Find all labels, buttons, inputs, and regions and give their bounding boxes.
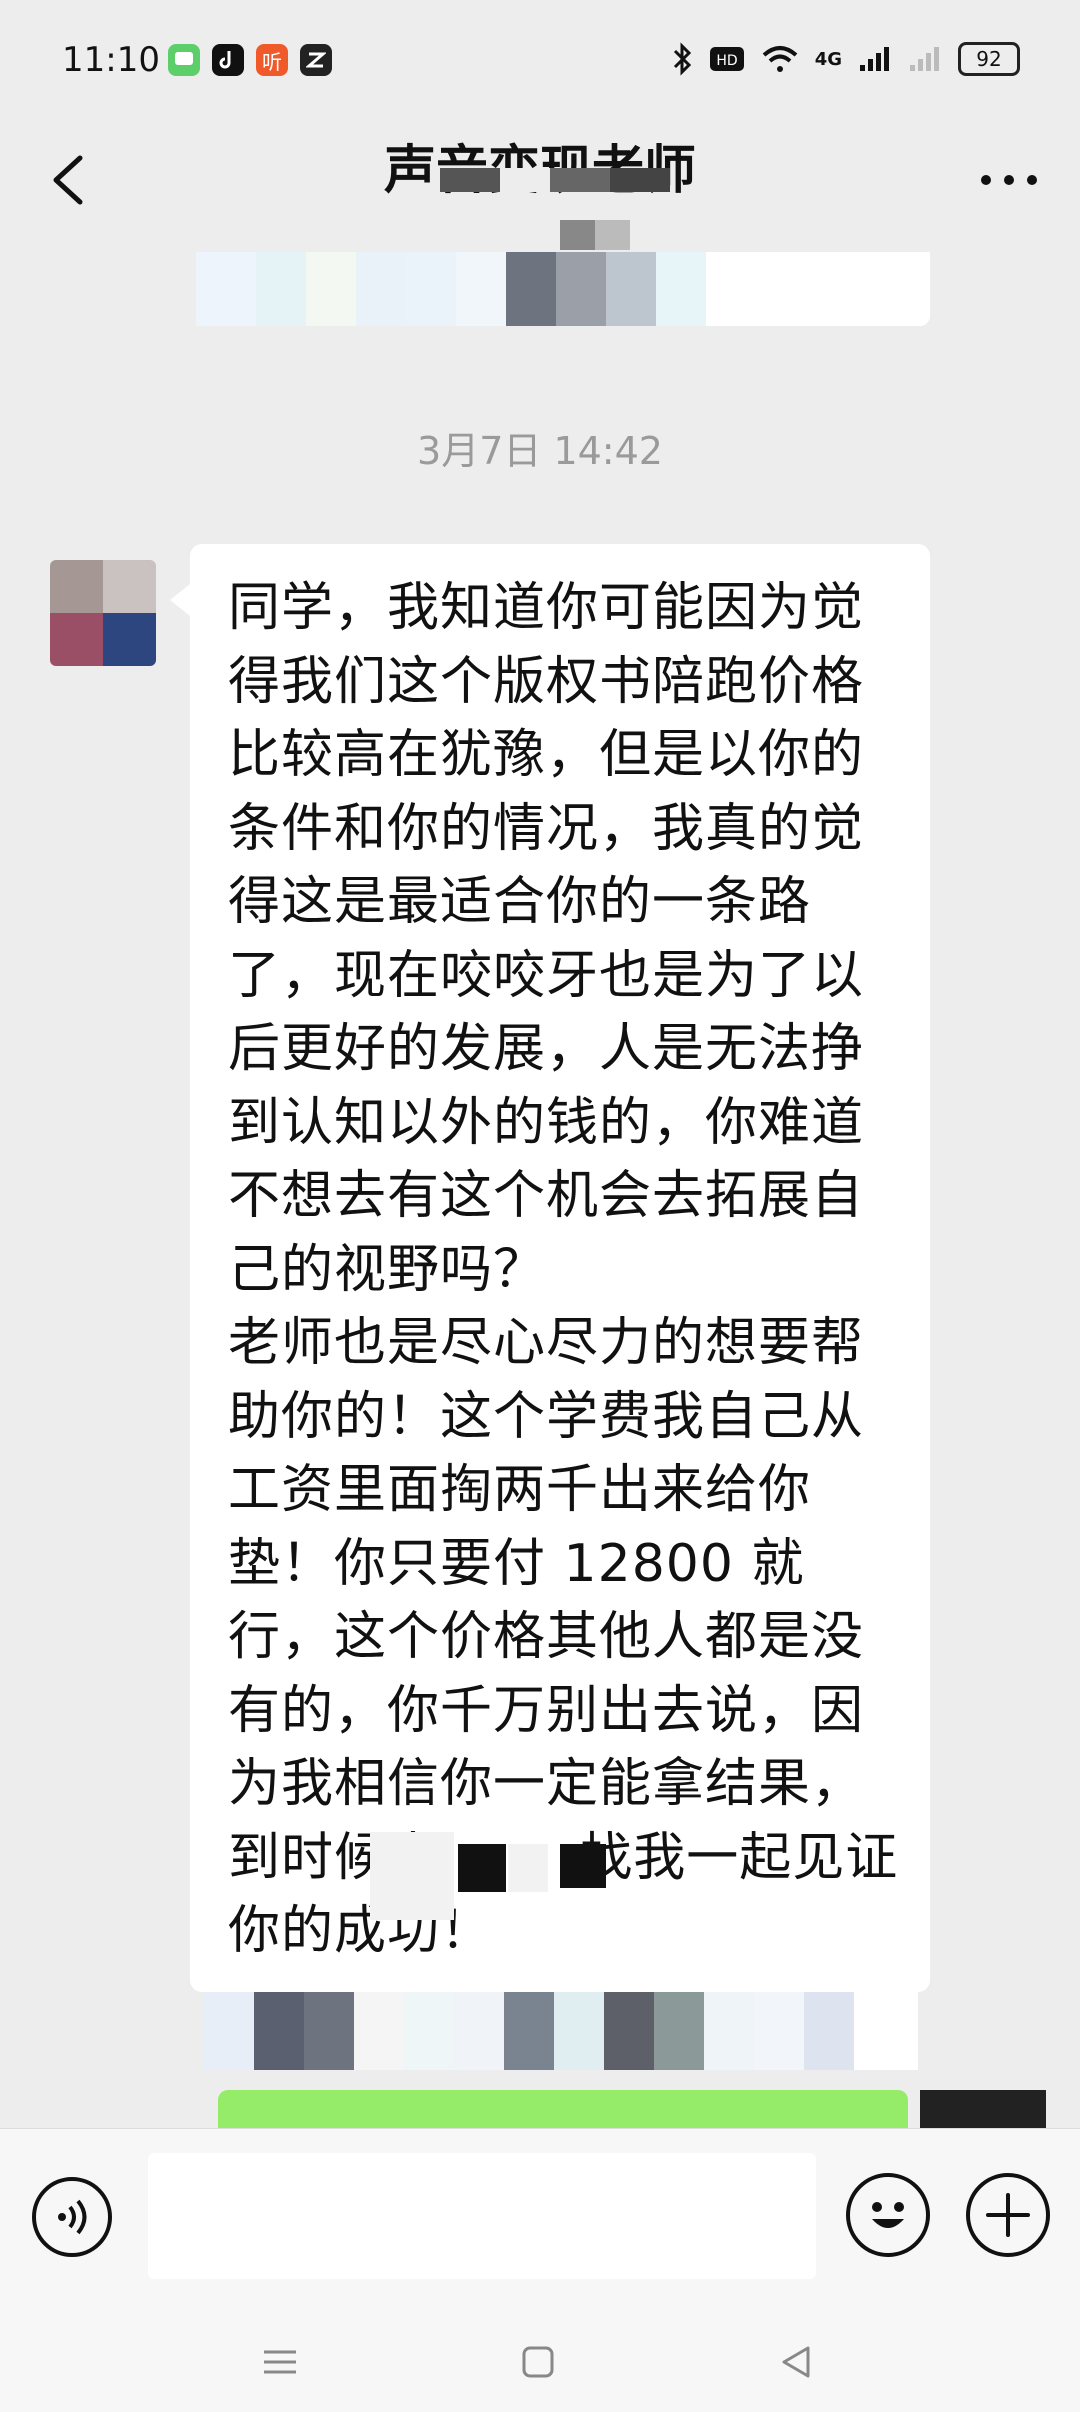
signal-icon-2 bbox=[910, 47, 939, 71]
bluetooth-icon bbox=[673, 42, 691, 76]
voice-input-button[interactable] bbox=[32, 2177, 112, 2257]
battery-icon: 92 bbox=[958, 42, 1020, 76]
redaction-block-2 bbox=[560, 1844, 606, 1888]
wifi-icon bbox=[762, 46, 798, 72]
navigation-bar bbox=[0, 2308, 1080, 2412]
input-bar bbox=[0, 2128, 1080, 2309]
tool-app-icon bbox=[300, 44, 332, 76]
hd-icon: HD bbox=[709, 47, 744, 71]
notification-icons: 听 bbox=[168, 44, 332, 76]
sender-avatar[interactable] bbox=[50, 560, 156, 666]
more-functions-button[interactable] bbox=[966, 2173, 1050, 2257]
network-type: 4G bbox=[814, 48, 842, 70]
menu-icon[interactable] bbox=[250, 2332, 310, 2392]
redaction-block bbox=[458, 1844, 506, 1892]
status-time: 11:10 bbox=[62, 40, 160, 80]
blurred-subtitle bbox=[440, 168, 670, 192]
status-indicators: HD 4G 92 bbox=[671, 42, 1020, 76]
back-nav-icon[interactable] bbox=[766, 2332, 826, 2392]
emoji-button[interactable] bbox=[846, 2173, 930, 2257]
message-input[interactable] bbox=[148, 2153, 816, 2279]
signal-icon bbox=[860, 47, 889, 71]
tiktok-app-icon bbox=[212, 44, 244, 76]
message-app-icon bbox=[168, 44, 200, 76]
listen-app-icon: 听 bbox=[256, 44, 288, 76]
blurred-subtitle-2 bbox=[560, 220, 630, 250]
home-icon[interactable] bbox=[508, 2332, 568, 2392]
blurred-message-card bbox=[196, 252, 930, 326]
message-bubble[interactable]: 同学，我知道你可能因为觉得我们这个版权书陪跑价格比较高在犹豫，但是以你的条件和你… bbox=[170, 544, 930, 1992]
blurred-message-card-2 bbox=[204, 1992, 918, 2070]
smiley-icon bbox=[872, 2202, 904, 2228]
more-options-icon[interactable] bbox=[974, 150, 1044, 210]
svg-text:HD: HD bbox=[716, 53, 737, 69]
own-avatar[interactable] bbox=[920, 2090, 1046, 2130]
redaction-blur-2 bbox=[508, 1844, 548, 1892]
plus-icon bbox=[986, 2193, 1030, 2237]
battery-level: 92 bbox=[976, 47, 1002, 71]
outgoing-message-bubble[interactable] bbox=[218, 2090, 908, 2130]
status-bar: 11:10 听 HD 4G 92 bbox=[0, 0, 1080, 120]
chat-timestamp: 3月7日 14:42 bbox=[417, 429, 663, 473]
message-text: 同学，我知道你可能因为觉得我们这个版权书陪跑价格比较高在犹豫，但是以你的条件和你… bbox=[228, 578, 899, 1961]
redaction-blur bbox=[370, 1832, 454, 1920]
voice-icon bbox=[58, 2199, 87, 2235]
